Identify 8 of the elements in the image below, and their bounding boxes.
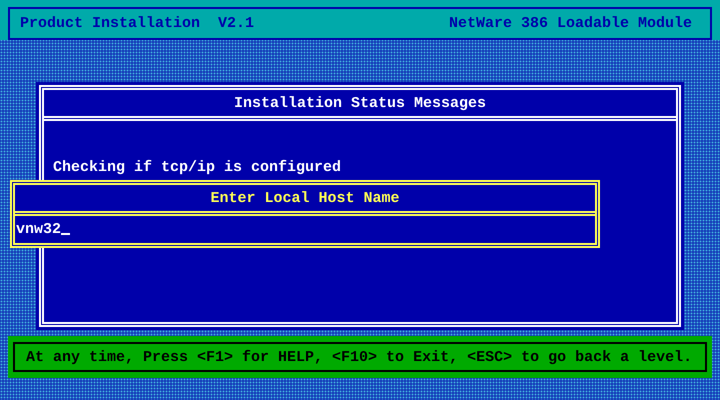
host-name-field[interactable]: vnw32 — [16, 221, 62, 238]
status-message: Checking if tcp/ip is configured — [53, 159, 342, 176]
dialog-title: Enter Local Host Name — [210, 190, 400, 206]
product-title: Product Installation V2.1 — [20, 15, 254, 32]
module-label: NetWare 386 Loadable Module — [448, 15, 692, 32]
window-title: Installation Status Messages — [234, 94, 486, 112]
text-cursor — [61, 233, 70, 235]
help-text: At any time, Press <F1> for HELP, <F10> to Exit, <ESC> to go back a level. — [26, 348, 692, 366]
